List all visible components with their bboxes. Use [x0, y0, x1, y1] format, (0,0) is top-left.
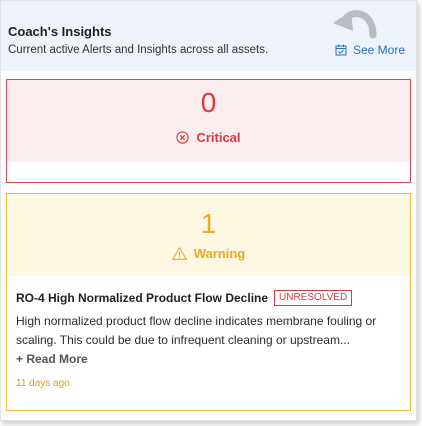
see-more-label: See More — [353, 43, 406, 57]
critical-count: 0 — [200, 87, 217, 118]
critical-panel-footer — [7, 162, 410, 182]
card-header: Coach's Insights Current active Alerts a… — [1, 1, 416, 71]
circle-x-icon — [176, 131, 190, 144]
warning-label: Warning — [193, 246, 246, 261]
critical-label-row: Critical — [7, 130, 410, 145]
critical-alerts-panel[interactable]: 0 Critical — [6, 79, 411, 183]
warning-alerts-panel: 1 Warning RO-4 High Normalized Product F… — [6, 193, 411, 411]
read-more-link[interactable]: + Read More — [16, 352, 88, 366]
critical-label: Critical — [196, 130, 241, 145]
warning-count: 1 — [200, 208, 217, 239]
status-badge: UNRESOLVED — [274, 290, 353, 306]
card-title: Coach's Insights — [8, 24, 112, 39]
coach-insights-card: Coach's Insights Current active Alerts a… — [0, 0, 417, 421]
alert-title-row: RO-4 High Normalized Product Flow Declin… — [16, 290, 353, 306]
alert-title[interactable]: RO-4 High Normalized Product Flow Declin… — [16, 291, 268, 305]
card-subtitle: Current active Alerts and Insights acros… — [8, 44, 269, 56]
alert-description: High normalized product flow decline ind… — [16, 314, 377, 347]
alert-timestamp: 11 days ago — [16, 378, 70, 389]
calendar-check-icon — [335, 44, 347, 56]
warning-summary[interactable]: 1 Warning — [7, 194, 410, 276]
warning-label-row: Warning — [7, 246, 410, 261]
curved-arrow-icon — [333, 10, 377, 39]
see-more-link[interactable]: See More — [335, 43, 405, 57]
warning-triangle-icon — [171, 247, 187, 260]
